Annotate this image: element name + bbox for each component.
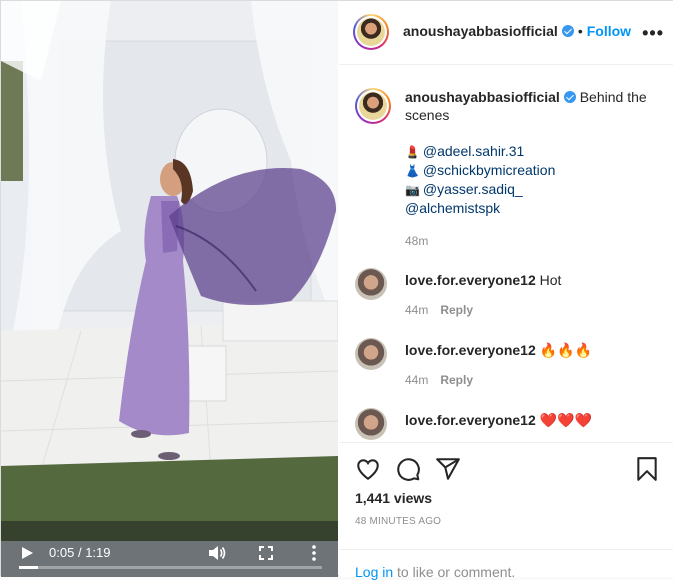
reply-button[interactable]: Reply <box>440 303 473 317</box>
commenter-avatar[interactable] <box>355 268 387 300</box>
comment-username[interactable]: love.for.everyone12 <box>405 342 536 358</box>
post-side-panel: anoushayabbasiofficial • Follow ••• anoush… <box>339 1 673 580</box>
comments-list: anoushayabbasiofficial Behind the scenes… <box>339 66 673 442</box>
credit-line: 💄 @adeel.sahir.31 <box>405 142 665 161</box>
more-horizontal-icon[interactable]: ••• <box>642 23 664 44</box>
comment-time[interactable]: 44m <box>405 303 428 317</box>
heart-icon[interactable] <box>355 456 381 482</box>
video-frame <box>1 1 338 577</box>
time-separator: / <box>77 545 82 560</box>
header-user-row: anoushayabbasiofficial • Follow <box>403 23 631 41</box>
credit-handle[interactable]: @alchemistspk <box>405 200 500 216</box>
play-icon[interactable] <box>19 545 35 561</box>
lipstick-icon: 💄 <box>405 145 420 159</box>
duration: 1:19 <box>85 545 111 560</box>
caption-avatar[interactable] <box>355 88 391 124</box>
caption-time[interactable]: 48m <box>405 234 428 248</box>
credit-handle[interactable]: @schickbymicreation <box>423 162 555 178</box>
comment-text: love.for.everyone12 🔥🔥🔥 <box>405 342 592 359</box>
comment-meta: 44m Reply <box>405 303 473 317</box>
caption-username[interactable]: anoushayabbasiofficial <box>405 89 560 105</box>
comment-text: love.for.everyone12 ❤️❤️❤️ <box>405 412 592 429</box>
verified-badge-icon <box>561 25 574 37</box>
avatar-image <box>359 92 387 120</box>
comment-body: Hot <box>539 272 562 288</box>
credit-line: 📷 @yasser.sadiq_ <box>405 180 665 199</box>
video-progress-bar[interactable] <box>19 566 322 569</box>
commenter-avatar[interactable] <box>355 408 387 440</box>
credit-handle[interactable]: @adeel.sahir.31 <box>423 143 524 159</box>
caption-text: anoushayabbasiofficial Behind the scenes… <box>405 88 665 250</box>
comment-username[interactable]: love.for.everyone12 <box>405 412 536 428</box>
bookmark-icon[interactable] <box>634 456 660 482</box>
video-more-icon[interactable] <box>307 543 321 563</box>
post-timestamp[interactable]: 48 MINUTES AGO <box>355 516 441 527</box>
follow-button[interactable]: Follow <box>587 23 631 39</box>
avatar-image <box>357 18 385 46</box>
credit-line: @alchemistspk <box>405 199 665 217</box>
video-player[interactable]: 0:05 / 1:19 <box>1 1 338 577</box>
credit-line: 👗 @schickbymicreation <box>405 161 665 180</box>
comment-body: 🔥🔥🔥 <box>539 342 592 358</box>
comment-text: love.for.everyone12 Hot <box>405 272 561 288</box>
login-link[interactable]: Log in <box>355 564 393 580</box>
video-time: 0:05 / 1:19 <box>49 545 111 560</box>
comment-icon[interactable] <box>395 456 421 482</box>
dress-icon: 👗 <box>405 164 420 178</box>
fullscreen-icon[interactable] <box>257 544 275 562</box>
header-separator: • <box>577 23 583 39</box>
comment-time[interactable]: 44m <box>405 373 428 387</box>
login-prompt: Log in to like or comment. <box>339 549 673 580</box>
post-actions: 1,441 views 48 MINUTES AGO Log in to lik… <box>339 442 673 580</box>
reply-button[interactable]: Reply <box>440 373 473 387</box>
comment-meta: 44m Reply <box>405 373 473 387</box>
header-username[interactable]: anoushayabbasiofficial <box>403 23 558 39</box>
video-controls: 0:05 / 1:19 <box>1 535 338 571</box>
header-avatar[interactable] <box>353 14 389 50</box>
video-progress-fill <box>19 566 39 569</box>
view-count[interactable]: 1,441 views <box>355 490 432 506</box>
login-prompt-text: to like or comment. <box>393 564 516 580</box>
post-dialog: 0:05 / 1:19 anoushayabbasiofficial • Fol… <box>0 0 673 580</box>
comment-username[interactable]: love.for.everyone12 <box>405 272 536 288</box>
camera-icon: 📷 <box>405 183 420 197</box>
commenter-avatar[interactable] <box>355 338 387 370</box>
credit-handle[interactable]: @yasser.sadiq_ <box>423 181 523 197</box>
share-icon[interactable] <box>435 456 461 482</box>
current-time: 0:05 <box>49 545 75 560</box>
post-header: anoushayabbasiofficial • Follow ••• <box>339 1 673 65</box>
volume-icon[interactable] <box>207 544 227 562</box>
verified-badge-icon <box>563 91 576 103</box>
comment-body: ❤️❤️❤️ <box>539 412 592 428</box>
